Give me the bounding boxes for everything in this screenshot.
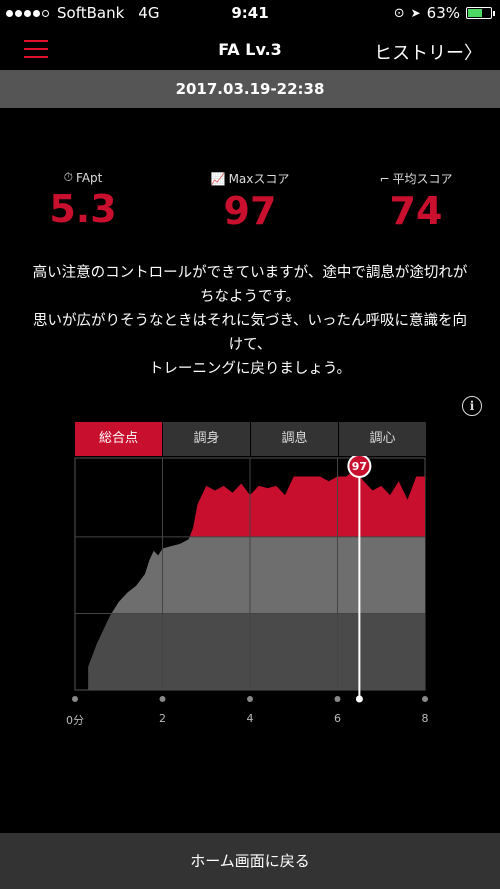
- message-line: ちなようです。: [199, 289, 301, 305]
- x-axis-labels: 0分 2 4 6 8: [0, 712, 500, 728]
- stat-average-label: 平均スコア: [392, 172, 453, 186]
- x-tick-dot: [422, 696, 428, 702]
- message-line: けて、: [228, 337, 272, 353]
- stat-average-value: 74: [389, 189, 443, 233]
- x-tick-label: 2: [159, 712, 166, 725]
- tab-breath[interactable]: 調息: [251, 422, 339, 456]
- stat-fapt-label: FApt: [76, 170, 103, 185]
- battery-percent: 63%: [426, 4, 460, 22]
- battery-icon: [466, 7, 495, 19]
- feedback-message: 高い注意のコントロールができていますが、途中で調息が途切れが ちなようです。 思…: [10, 261, 490, 381]
- message-line: 高い注意のコントロールができていますが、途中で調息が途切れが: [32, 265, 468, 281]
- stat-average: ⌐ 平均スコア 74: [346, 170, 486, 234]
- marker-dot: [355, 695, 363, 703]
- x-tick-label: 6: [334, 712, 341, 725]
- stat-max-value: 97: [223, 189, 277, 233]
- stat-max: 📈 Maxスコア 97: [180, 170, 320, 234]
- stat-fapt: ⏱ FApt 5.3: [13, 170, 153, 231]
- message-line: 思いが広がりそうなときはそれに気づき、いったん呼吸に意識を向: [33, 313, 467, 329]
- status-bar: SoftBank 4G 9:41 ⊙ ➤ 63%: [0, 0, 500, 26]
- timer-icon: ⏱: [63, 170, 74, 184]
- score-chart: 97: [72, 456, 428, 703]
- tab-mind[interactable]: 調心: [339, 422, 426, 456]
- x-tick-dot: [334, 696, 341, 702]
- stat-fapt-value: 5.3: [49, 187, 117, 231]
- message-line: トレーニングに戻りましょう。: [148, 361, 352, 377]
- session-date: 2017.03.19-22:38: [0, 70, 500, 108]
- tab-posture[interactable]: 調身: [163, 422, 251, 456]
- marker-value: 97: [352, 460, 367, 473]
- rotation-lock-icon: ⊙: [393, 5, 405, 21]
- score-summary: ⏱ FApt 5.3 📈 Maxスコア 97 ⌐ 平均スコア 74: [0, 170, 500, 240]
- x-tick-dot: [159, 696, 166, 702]
- history-link[interactable]: ヒストリー〉: [374, 39, 482, 65]
- x-tick-label: 8: [421, 712, 429, 725]
- stat-max-label: Maxスコア: [228, 172, 290, 186]
- trend-chart-icon: 📈: [210, 171, 226, 186]
- x-tick-label: 0分: [66, 714, 84, 727]
- tab-total[interactable]: 総合点: [75, 422, 163, 456]
- location-icon: ➤: [410, 6, 421, 20]
- home-button[interactable]: ホーム画面に戻る: [0, 833, 500, 889]
- status-right: ⊙ ➤ 63%: [393, 4, 495, 22]
- info-icon[interactable]: i: [462, 396, 482, 416]
- x-tick-label: 4: [246, 712, 254, 725]
- x-tick-dot: [72, 696, 78, 702]
- nav-bar: FA Lv.3 ヒストリー〉: [0, 26, 500, 70]
- average-chart-icon: ⌐: [379, 171, 390, 186]
- x-tick-dot: [247, 696, 253, 702]
- chart-tabs: 総合点 調身 調息 調心: [75, 422, 426, 456]
